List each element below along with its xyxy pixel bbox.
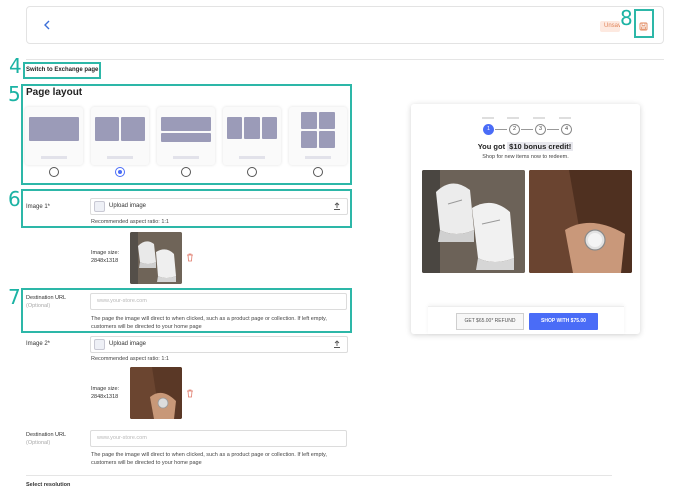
layout-placeholder: [29, 117, 79, 141]
destination2-url-input[interactable]: www.your-store.com: [90, 430, 347, 447]
step-connector: [521, 129, 533, 130]
layout-radio-grid[interactable]: [313, 167, 323, 177]
layout-placeholder: [244, 117, 260, 139]
layout-option-two-column[interactable]: [91, 107, 149, 165]
layout-caption-placeholder: [107, 156, 133, 159]
image2-size-label: Image size:: [91, 386, 120, 392]
image-placeholder-icon: [94, 339, 105, 350]
upload-icon: [334, 340, 340, 348]
layout-placeholder: [319, 131, 335, 148]
preview-title-prefix: You got: [477, 142, 506, 151]
layout-option-three-column[interactable]: [223, 107, 281, 165]
step-4: 4: [561, 124, 572, 135]
layout-caption-placeholder: [173, 156, 199, 159]
layout-placeholder: [161, 117, 211, 131]
annotation-number-5: 5: [8, 82, 21, 106]
image1-delete-icon[interactable]: [186, 253, 194, 262]
layout-placeholder: [161, 133, 211, 142]
layout-placeholder: [319, 112, 335, 129]
step-connector: [495, 129, 507, 130]
step-caption: [559, 117, 571, 119]
section-divider: [26, 475, 612, 476]
step-3: 3: [535, 124, 546, 135]
layout-caption-placeholder: [305, 156, 331, 159]
step-connector: [547, 129, 559, 130]
step-2: 2: [509, 124, 520, 135]
destination1-url-input[interactable]: www.your-store.com: [90, 293, 347, 310]
image1-label: Image 1*: [26, 204, 51, 210]
layout-radio-three-column[interactable]: [247, 167, 257, 177]
layout-caption-placeholder: [239, 156, 265, 159]
shop-button[interactable]: SHOP WITH $75.00: [529, 313, 598, 330]
annotation-number-7: 7: [8, 285, 21, 309]
annotation-number-4: 4: [9, 54, 22, 78]
layout-radio-two-column[interactable]: [115, 167, 125, 177]
header-divider: [26, 59, 664, 60]
destination2-optional: (Optional): [26, 440, 51, 446]
preview-subtitle: Shop for new items now to redeem.: [482, 154, 569, 160]
layout-option-grid[interactable]: [289, 107, 347, 165]
destination1-help: The page the image will direct to when c…: [91, 316, 327, 330]
layout-placeholder: [262, 117, 277, 139]
layout-caption-placeholder: [41, 156, 67, 159]
layout-radio-single[interactable]: [49, 167, 59, 177]
image2-thumbnail: [130, 367, 182, 419]
image1-size-label: Image size:: [91, 250, 120, 256]
image1-thumbnail: [130, 232, 182, 284]
preview-panel: 1 2 3 4 You got $10 bonus credit! Shop f…: [411, 104, 640, 334]
image2-aspect-hint: Recommended aspect ratio: 1:1: [91, 356, 169, 362]
preview-image-2: [529, 170, 632, 273]
top-bar: Unsaved: [26, 6, 664, 44]
annotation-number-6: 6: [8, 187, 21, 211]
image1-aspect-hint: Recommended aspect ratio: 1:1: [91, 219, 169, 225]
resolution-label: Select resolution: [26, 482, 71, 488]
upload-label: Upload image: [109, 203, 147, 209]
image1-upload-field[interactable]: Upload image: [90, 198, 348, 215]
layout-placeholder: [301, 131, 317, 148]
upload-label: Upload image: [109, 341, 147, 347]
image2-upload-field[interactable]: Upload image: [90, 336, 348, 353]
image2-size-value: 2848x1318: [91, 394, 119, 400]
layout-option-two-rows[interactable]: [157, 107, 215, 165]
destination1-label: Destination URL: [26, 295, 67, 301]
preview-image-1: [422, 170, 525, 273]
image2-label: Image 2*: [26, 341, 51, 347]
destination2-label: Destination URL: [26, 432, 67, 438]
layout-placeholder: [301, 112, 317, 129]
layout-option-single[interactable]: [25, 107, 83, 165]
step-caption: [533, 117, 545, 119]
annotation-box-8: [634, 9, 654, 38]
destination2-help: The page the image will direct to when c…: [91, 452, 327, 466]
annotation-number-8: 8: [620, 6, 633, 30]
layout-placeholder: [227, 117, 242, 139]
layout-radio-two-rows[interactable]: [181, 167, 191, 177]
image-placeholder-icon: [94, 201, 105, 212]
step-caption: [482, 117, 494, 119]
refund-button[interactable]: GET $65.00* REFUND: [456, 313, 524, 330]
switch-exchange-link[interactable]: Switch to Exchange page: [26, 67, 98, 73]
preview-title-highlight: $10 bonus credit!: [507, 142, 574, 151]
image1-size-value: 2848x1318: [91, 258, 119, 264]
image2-delete-icon[interactable]: [186, 389, 194, 398]
unsaved-badge: Unsaved: [600, 21, 620, 32]
preview-footer: GET $65.00* REFUND SHOP WITH $75.00: [428, 306, 624, 334]
preview-title: You got $10 bonus credit!: [411, 142, 640, 151]
destination1-optional: (Optional): [26, 303, 51, 309]
step-1: 1: [483, 124, 494, 135]
upload-icon: [334, 202, 340, 210]
chevron-left-icon[interactable]: [40, 18, 54, 32]
page-layout-title: Page layout: [26, 87, 83, 98]
layout-placeholder: [95, 117, 119, 141]
step-caption: [507, 117, 519, 119]
layout-placeholder: [121, 117, 145, 141]
